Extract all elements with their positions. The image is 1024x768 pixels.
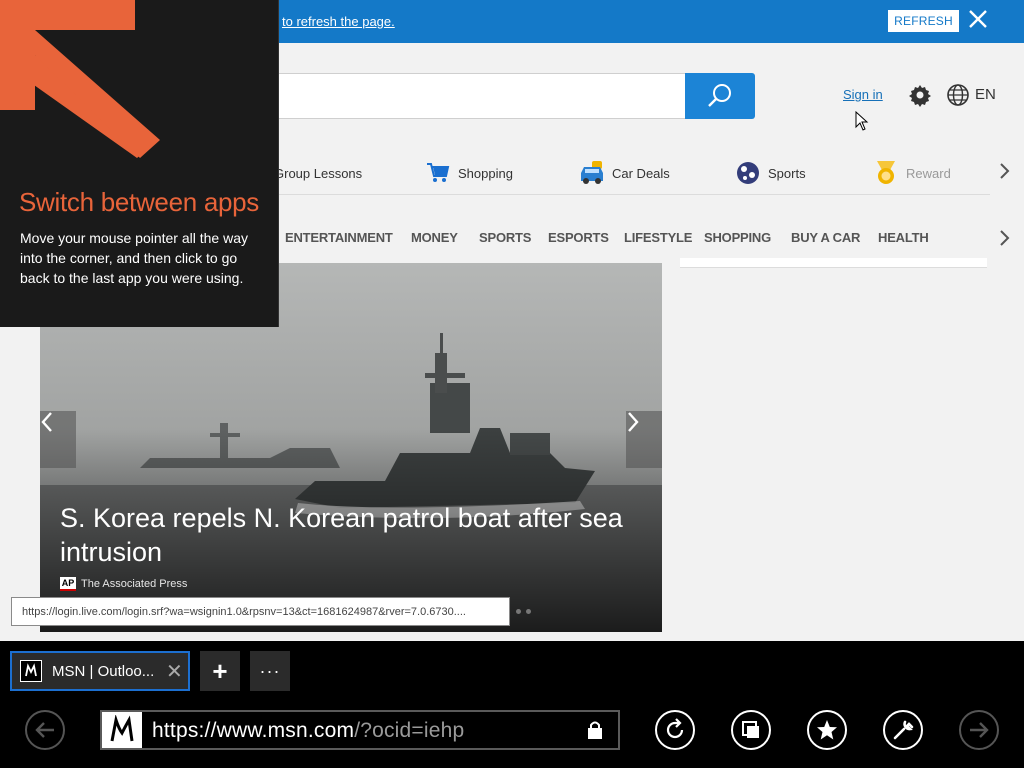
tab-title: MSN | Outloo... bbox=[52, 662, 155, 680]
tools-wrench-icon bbox=[893, 720, 914, 740]
tip-title: Switch between apps bbox=[19, 187, 260, 217]
category-sports[interactable]: SPORTS bbox=[479, 230, 531, 245]
refresh-icon bbox=[666, 718, 684, 739]
hero-next-button[interactable] bbox=[626, 411, 662, 468]
tab-msn[interactable]: MSN | Outloo... ✕ bbox=[10, 651, 190, 691]
status-url-tooltip: https://login.live.com/login.srf?wa=wsig… bbox=[11, 597, 510, 626]
search-button[interactable] bbox=[685, 73, 755, 119]
tab-close-icon[interactable]: ✕ bbox=[166, 659, 183, 684]
source-name: The Associated Press bbox=[81, 578, 188, 590]
msn-favicon-icon bbox=[20, 660, 42, 682]
quick-link-label: Group Lessons bbox=[274, 165, 363, 181]
ap-logo: AP bbox=[60, 577, 76, 591]
tab-more-button[interactable]: ··· bbox=[250, 651, 290, 691]
side-card bbox=[680, 258, 987, 268]
chevron-right-icon bbox=[628, 412, 639, 432]
hero-prev-button[interactable] bbox=[40, 411, 76, 468]
category-esports[interactable]: ESPORTS bbox=[548, 230, 609, 245]
address-host: https://www.msn.com bbox=[152, 719, 355, 742]
sports-icon bbox=[734, 159, 762, 187]
quick-links-bar: Group Lessons Shopping Car Deals Sports … bbox=[260, 155, 990, 195]
carousel-dots[interactable] bbox=[516, 609, 531, 614]
category-health[interactable]: HEALTH bbox=[878, 230, 929, 245]
quick-link-label: Reward bbox=[906, 165, 951, 181]
favorites-star-icon bbox=[817, 720, 837, 740]
quick-links-next-icon[interactable] bbox=[998, 162, 1014, 182]
hero-source: AP The Associated Press bbox=[60, 577, 187, 591]
gear-icon[interactable] bbox=[908, 83, 932, 107]
mouse-pointer-icon bbox=[855, 111, 869, 131]
search-icon bbox=[708, 84, 731, 107]
forward-button[interactable] bbox=[959, 710, 999, 750]
shopping-cart-icon bbox=[424, 159, 452, 187]
car-icon bbox=[578, 159, 606, 187]
browser-window: to refresh the page. REFRESH Sign in EN … bbox=[0, 0, 1024, 768]
category-next-icon[interactable] bbox=[998, 229, 1014, 249]
close-icon[interactable] bbox=[966, 8, 990, 34]
language-selector[interactable]: EN bbox=[975, 86, 996, 103]
sign-in-link[interactable]: Sign in bbox=[843, 87, 883, 102]
category-entertainment[interactable]: ENTERTAINMENT bbox=[285, 230, 393, 245]
lock-icon[interactable] bbox=[586, 720, 604, 740]
reward-medal-icon bbox=[872, 159, 900, 187]
back-button[interactable] bbox=[25, 710, 65, 750]
quick-link-label: Sports bbox=[768, 165, 806, 181]
refresh-banner-link[interactable]: to refresh the page. bbox=[282, 14, 395, 29]
carousel-dot[interactable] bbox=[516, 609, 521, 614]
hero-headline[interactable]: S. Korea repels N. Korean patrol boat af… bbox=[60, 501, 650, 569]
quick-link-reward[interactable]: Reward bbox=[872, 155, 951, 191]
tabs-button[interactable] bbox=[731, 710, 771, 750]
address-url[interactable]: https://www.msn.com/?ocid=iehp bbox=[152, 719, 464, 743]
corner-arrow-icon bbox=[0, 0, 160, 158]
category-buy-a-car[interactable]: BUY A CAR bbox=[791, 230, 860, 245]
forward-icon bbox=[970, 722, 989, 738]
category-money[interactable]: MONEY bbox=[411, 230, 458, 245]
quick-link-sports[interactable]: Sports bbox=[734, 155, 806, 191]
quick-link-car-deals[interactable]: Car Deals bbox=[578, 155, 670, 191]
switch-apps-tip: Switch between apps Move your mouse poin… bbox=[0, 0, 279, 327]
chevron-left-icon bbox=[41, 412, 52, 432]
tip-body: Move your mouse pointer all the way into… bbox=[20, 230, 248, 286]
address-bar[interactable]: https://www.msn.com/?ocid=iehp bbox=[100, 710, 620, 750]
quick-link-group-lessons[interactable]: Group Lessons bbox=[274, 155, 362, 191]
new-tab-button[interactable]: + bbox=[200, 651, 240, 691]
category-nav: ENTERTAINMENT MONEY SPORTS ESPORTS LIFES… bbox=[278, 220, 988, 254]
category-shopping[interactable]: SHOPPING bbox=[704, 230, 771, 245]
category-lifestyle[interactable]: LIFESTYLE bbox=[624, 230, 692, 245]
tools-button[interactable] bbox=[883, 710, 923, 750]
favorites-button[interactable] bbox=[807, 710, 847, 750]
msn-site-icon bbox=[102, 712, 142, 748]
globe-icon[interactable] bbox=[946, 83, 970, 107]
quick-link-shopping[interactable]: Shopping bbox=[424, 155, 513, 191]
tabs-icon bbox=[742, 721, 759, 738]
quick-link-label: Car Deals bbox=[612, 165, 670, 181]
quick-link-label: Shopping bbox=[458, 165, 513, 181]
browser-app-bar: MSN | Outloo... ✕ + ··· https://www.msn.… bbox=[0, 641, 1024, 768]
carousel-dot[interactable] bbox=[526, 609, 531, 614]
refresh-button[interactable]: REFRESH bbox=[888, 10, 959, 32]
back-icon bbox=[35, 722, 54, 738]
refresh-page-button[interactable] bbox=[655, 710, 695, 750]
address-path: /?ocid=iehp bbox=[354, 719, 465, 742]
